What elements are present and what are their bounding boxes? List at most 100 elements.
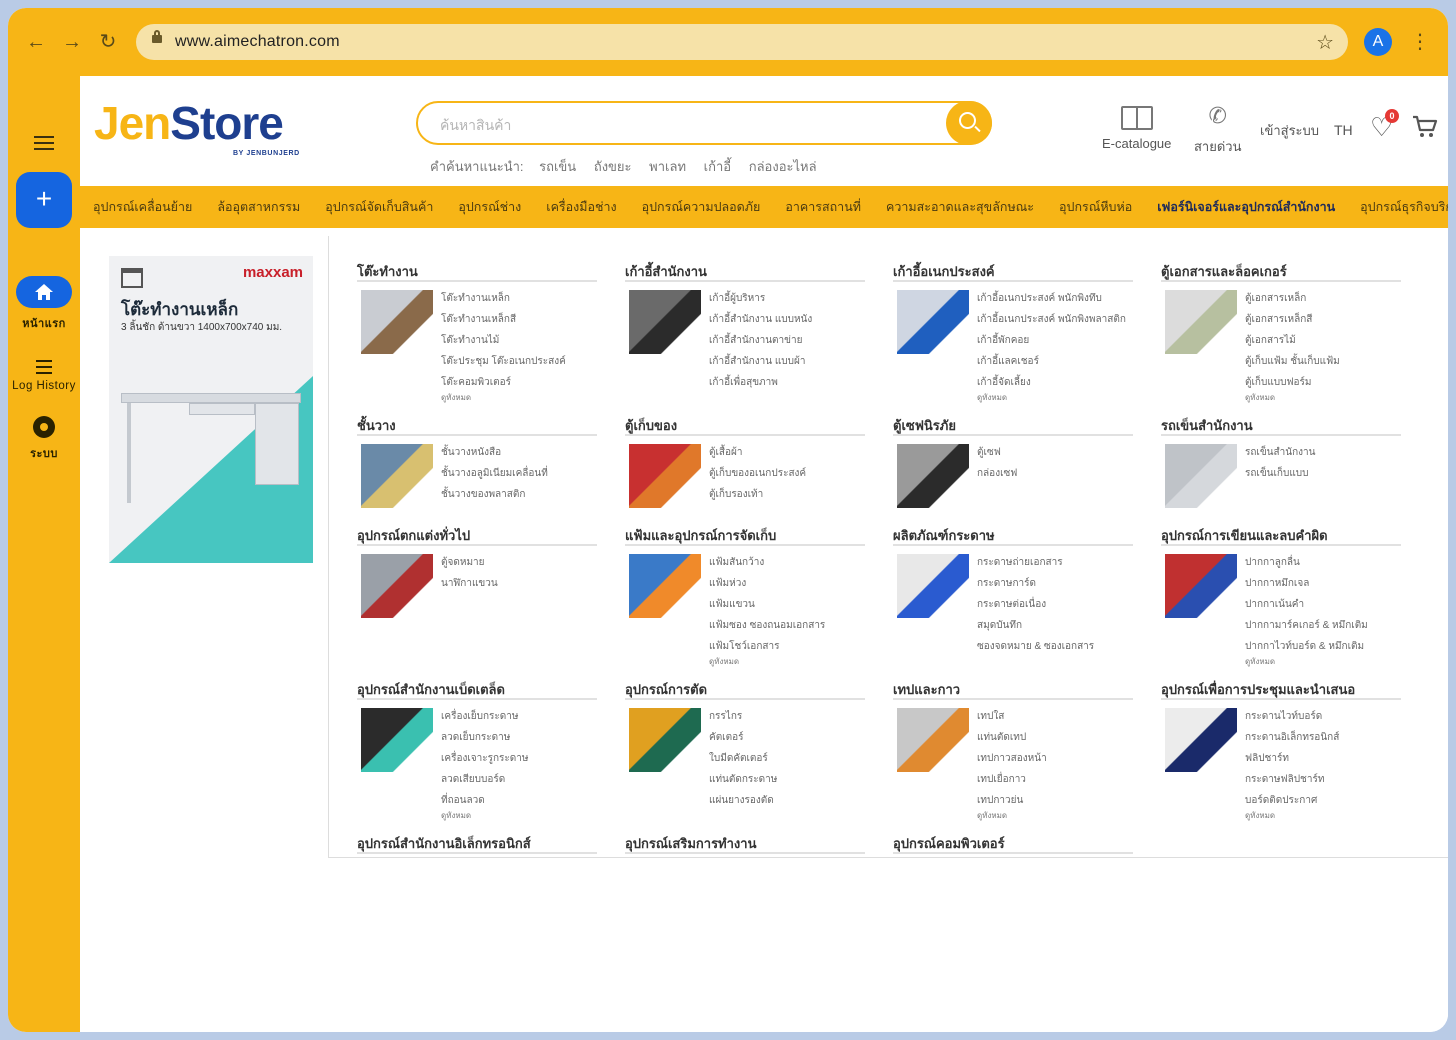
menu-link[interactable]: แฟ้มสันกว้าง (709, 552, 869, 573)
menu-section-title[interactable]: ผลิตภัณฑ์กระดาษ (893, 526, 1133, 546)
category-thumbnail[interactable] (629, 554, 701, 618)
view-all-link[interactable]: ดูทั้งหมด (977, 811, 1137, 823)
menu-link[interactable]: กล่องเซฟ (977, 463, 1137, 484)
menu-section-title[interactable]: ตู้เซฟนิรภัย (893, 416, 1133, 436)
menu-section-title[interactable]: ตู้เก็บของ (625, 416, 865, 436)
browser-menu-icon[interactable]: ⋮ (1410, 28, 1430, 56)
menu-link[interactable]: กระดาษถ่ายเอกสาร (977, 552, 1137, 573)
menu-link[interactable]: ลวดเสียบบอร์ด (441, 769, 601, 790)
menu-link[interactable]: ซองจดหมาย & ซองเอกสาร (977, 636, 1137, 657)
menu-link[interactable]: ที่ถอนลวด (441, 790, 601, 811)
menu-link[interactable]: แท่นตัดเทป (977, 727, 1137, 748)
menu-link[interactable]: โต๊ะทำงานเหล็กสี (441, 309, 601, 330)
menu-link[interactable]: กระดานไวท์บอร์ด (1245, 706, 1405, 727)
promo-banner[interactable]: maxxam โต๊ะทำงานเหล็ก 3 ลิ้นชัก ด้านขวา … (109, 256, 313, 563)
category-tab[interactable]: ความสะอาดและสุขลักษณะ (886, 186, 1034, 228)
category-tab[interactable]: อุปกรณ์เคลื่อนย้าย (93, 186, 192, 228)
menu-link[interactable]: เก้าอี้พักคอย (977, 330, 1137, 351)
menu-section-title[interactable]: อุปกรณ์สำนักงานเบ็ดเตล็ด (357, 680, 597, 700)
menu-link[interactable]: เครื่องเย็บกระดาษ (441, 706, 601, 727)
menu-section-title[interactable]: อุปกรณ์การเขียนและลบคำผิด (1161, 526, 1401, 546)
view-all-link[interactable]: ดูทั้งหมด (977, 393, 1137, 405)
menu-link[interactable]: เทปกาวสองหน้า (977, 748, 1137, 769)
category-thumbnail[interactable] (1165, 290, 1237, 354)
category-thumbnail[interactable] (897, 554, 969, 618)
menu-link[interactable]: ตู้จดหมาย (441, 552, 601, 573)
reload-icon[interactable]: ↻ (94, 28, 122, 56)
menu-link[interactable]: ตู้เสื้อผ้า (709, 442, 869, 463)
menu-link[interactable]: แฟ้มโชว์เอกสาร (709, 636, 869, 657)
category-tab[interactable]: อาคารสถานที่ (785, 186, 861, 228)
menu-link[interactable]: ชั้นวางหนังสือ (441, 442, 601, 463)
menu-link[interactable]: เทปกาวย่น (977, 790, 1137, 811)
menu-link[interactable]: ตู้เก็บรองเท้า (709, 484, 869, 505)
view-all-link[interactable]: ดูทั้งหมด (709, 657, 869, 669)
menu-link[interactable]: บอร์ดติดประกาศ (1245, 790, 1405, 811)
menu-link[interactable]: คัตเตอร์ (709, 727, 869, 748)
suggestion-link[interactable]: ถังขยะ (594, 159, 632, 174)
menu-link[interactable]: เครื่องเจาะรูกระดาษ (441, 748, 601, 769)
sidebar-item-log-history[interactable]: Log History (8, 360, 80, 392)
menu-link[interactable]: กรรไกร (709, 706, 869, 727)
sidebar-item-system[interactable]: ระบบ (8, 416, 80, 462)
menu-section-title[interactable]: รถเข็นสำนักงาน (1161, 416, 1401, 436)
login-link[interactable]: เข้าสู่ระบบ (1260, 120, 1319, 141)
hotline-link[interactable]: ✆ สายด่วน (1194, 102, 1241, 157)
menu-link[interactable]: ตู้เอกสารเหล็กสี (1245, 309, 1405, 330)
category-thumbnail[interactable] (1165, 444, 1237, 508)
menu-link[interactable]: เก้าอี้แลคเชอร์ (977, 351, 1137, 372)
bookmark-star-icon[interactable]: ☆ (1316, 30, 1334, 55)
suggestion-link[interactable]: เก้าอี้ (704, 159, 731, 174)
menu-link[interactable]: ชั้นวางของพลาสติก (441, 484, 601, 505)
menu-link[interactable]: เก้าอี้จัดเลี้ยง (977, 372, 1137, 393)
category-thumbnail[interactable] (361, 444, 433, 508)
menu-link[interactable]: เก้าอี้ผู้บริหาร (709, 288, 869, 309)
category-thumbnail[interactable] (629, 444, 701, 508)
menu-link[interactable]: เก้าอี้เพื่อสุขภาพ (709, 372, 869, 393)
menu-section-title[interactable]: อุปกรณ์เสริมการทำงาน (625, 834, 865, 854)
menu-link[interactable]: เทปใส (977, 706, 1137, 727)
menu-link[interactable]: โต๊ะทำงานเหล็ก (441, 288, 601, 309)
menu-link[interactable]: ปากกาหมึกเจล (1245, 573, 1405, 594)
menu-section-title[interactable]: เทปและกาว (893, 680, 1133, 700)
menu-section-title[interactable]: เก้าอี้อเนกประสงค์ (893, 262, 1133, 282)
view-all-link[interactable]: ดูทั้งหมด (1245, 393, 1405, 405)
menu-link[interactable]: เก้าอี้อเนกประสงค์ พนักพิงทึบ (977, 288, 1137, 309)
category-tab[interactable]: ล้ออุตสาหกรรม (217, 186, 300, 228)
menu-link[interactable]: ปากกาไวท์บอร์ด & หมึกเติม (1245, 636, 1405, 657)
menu-link[interactable]: ตู้เซฟ (977, 442, 1137, 463)
menu-link[interactable]: เก้าอี้สำนักงาน แบบผ้า (709, 351, 869, 372)
search-box[interactable]: ค้นหาสินค้า (416, 101, 992, 145)
menu-link[interactable]: ตู้เอกสารเหล็ก (1245, 288, 1405, 309)
menu-link[interactable]: แผ่นยางรองตัด (709, 790, 869, 811)
forward-icon[interactable]: → (58, 28, 86, 56)
back-icon[interactable]: ← (22, 28, 50, 56)
menu-link[interactable]: โต๊ะคอมพิวเตอร์ (441, 372, 601, 393)
menu-link[interactable]: ฟลิปชาร์ท (1245, 748, 1405, 769)
site-logo[interactable]: JenStore (94, 98, 284, 148)
view-all-link[interactable]: ดูทั้งหมด (1245, 811, 1405, 823)
search-button[interactable] (946, 101, 992, 145)
language-switch[interactable]: TH (1334, 122, 1353, 138)
menu-link[interactable]: ปากกาเน้นคำ (1245, 594, 1405, 615)
view-all-link[interactable]: ดูทั้งหมด (1245, 657, 1405, 669)
menu-section-title[interactable]: อุปกรณ์เพื่อการประชุมและนำเสนอ (1161, 680, 1401, 700)
menu-link[interactable]: กระดานอิเล็กทรอนิกส์ (1245, 727, 1405, 748)
menu-link[interactable]: แฟ้มแขวน (709, 594, 869, 615)
category-tab[interactable]: อุปกรณ์จัดเก็บสินค้า (325, 186, 433, 228)
menu-link[interactable]: ชั้นวางอลูมิเนียมเคลื่อนที่ (441, 463, 601, 484)
hamburger-menu-icon[interactable] (34, 136, 54, 154)
menu-link[interactable]: รถเข็นเก็บแบบ (1245, 463, 1405, 484)
menu-section-title[interactable]: ชั้นวาง (357, 416, 597, 436)
menu-link[interactable]: นาฬิกาแขวน (441, 573, 601, 594)
category-thumbnail[interactable] (897, 290, 969, 354)
menu-link[interactable]: ปากกาลูกลื่น (1245, 552, 1405, 573)
category-thumbnail[interactable] (897, 444, 969, 508)
menu-link[interactable]: กระดาษการ์ด (977, 573, 1137, 594)
category-thumbnail[interactable] (629, 290, 701, 354)
menu-link[interactable]: ปากกามาร์คเกอร์ & หมึกเติม (1245, 615, 1405, 636)
category-tab[interactable]: เครื่องมือช่าง (546, 186, 616, 228)
view-all-link[interactable]: ดูทั้งหมด (441, 811, 601, 823)
menu-link[interactable]: แฟ้มซอง ซองถนอมเอกสาร (709, 615, 869, 636)
category-thumbnail[interactable] (1165, 708, 1237, 772)
